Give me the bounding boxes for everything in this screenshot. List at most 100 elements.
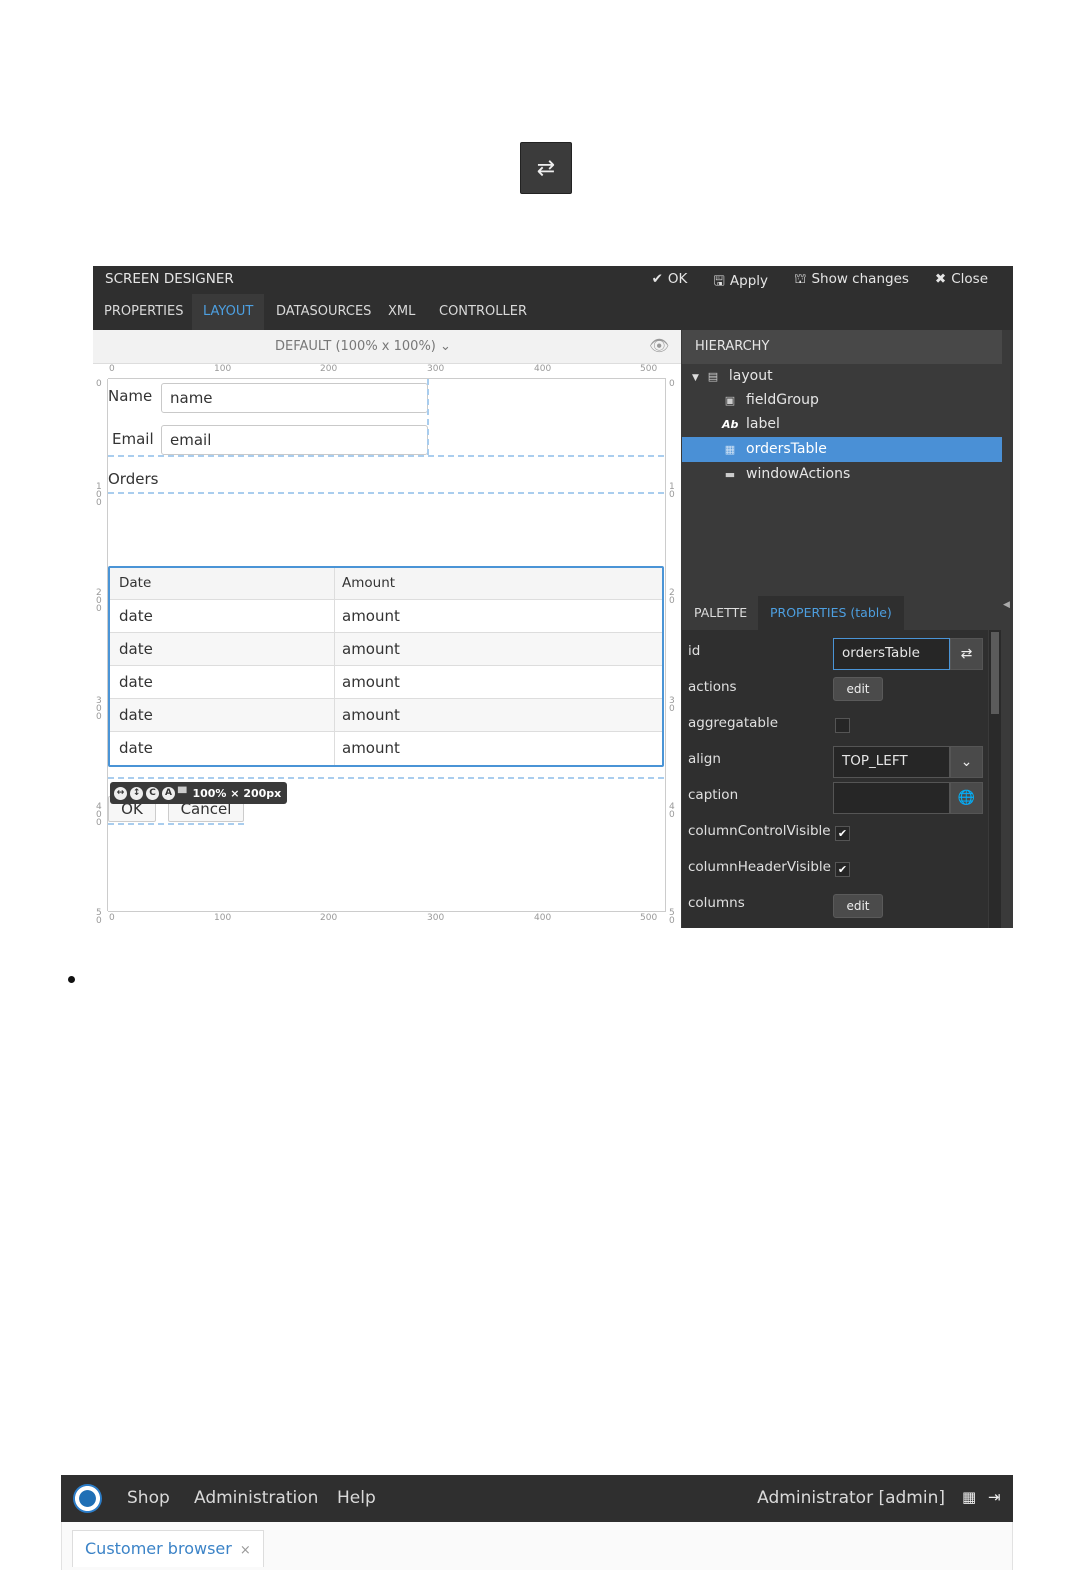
column-header-date[interactable]: Date [110, 568, 335, 599]
email-field[interactable]: email [161, 425, 428, 455]
cell-date: date [110, 666, 335, 698]
hierarchy-item-layout[interactable]: ▼ ▤ layout [682, 364, 1002, 389]
check-icon: ✔ [651, 271, 663, 287]
prop-id-label: id [688, 643, 701, 659]
prop-columns-edit-button[interactable]: edit [833, 894, 883, 918]
close-action[interactable]: ✖ Close [935, 271, 988, 294]
properties-panel: id ordersTable ⇄ actions edit aggregatab… [682, 630, 988, 928]
designer-titlebar: SCREEN DESIGNER ✔ OK 🖫 Apply ⛫ Show changes… [93, 266, 1013, 294]
table-row[interactable]: date amount [110, 600, 662, 633]
close-icon[interactable]: × [240, 1543, 251, 1558]
hierarchy-item-orderstable[interactable]: ▦ ordersTable [682, 437, 1002, 462]
size-badge: 100% × 200px [192, 786, 282, 800]
grid-icon[interactable]: ▦ [962, 1488, 976, 1506]
prop-aggregatable-checkbox[interactable] [835, 718, 850, 733]
table-row[interactable]: date amount [110, 699, 662, 732]
app-logo [73, 1484, 102, 1513]
align-center-icon[interactable]: C [146, 786, 159, 800]
tab-datasources[interactable]: DATASOURCES [265, 294, 382, 330]
prop-caption-label: caption [688, 787, 739, 803]
ruler-top: 0 100 200 300 400 500 [108, 364, 666, 379]
diff-icon: ⛫ [794, 271, 807, 287]
designer-title: SCREEN DESIGNER [105, 271, 234, 287]
logout-icon[interactable]: ⇥ [988, 1488, 1001, 1506]
cell-amount: amount [342, 607, 400, 625]
fieldgroup-outline-bottom [108, 455, 664, 457]
orders-table[interactable]: Date Amount date amount date amount date… [108, 566, 664, 767]
table-outline-bottom [108, 777, 664, 779]
prop-aggregatable-label: aggregatable [688, 715, 779, 731]
table-header: Date Amount [110, 568, 662, 600]
resize-vertical-icon[interactable]: ↕ [130, 786, 143, 800]
designer-tabs: PROPERTIES LAYOUT DATASOURCES XML CONTRO… [93, 294, 1013, 330]
prop-caption-input[interactable] [833, 782, 950, 814]
screen-designer: SCREEN DESIGNER ✔ OK 🖫 Apply ⛫ Show changes… [93, 266, 1013, 928]
name-field[interactable]: name [161, 383, 428, 413]
collapse-arrow-icon[interactable]: ◀ [1003, 600, 1010, 610]
apply-action[interactable]: 🖫 Apply [713, 271, 768, 294]
ok-action[interactable]: ✔ OK [652, 271, 688, 294]
tab-xml[interactable]: XML [377, 294, 426, 330]
layout-icon: ▤ [707, 370, 719, 383]
table-row[interactable]: date amount [110, 732, 662, 765]
table-row[interactable]: date amount [110, 633, 662, 666]
canvas-toolbar: DEFAULT (100% x 100%) ⌄ 👁 [93, 330, 681, 364]
layout-canvas[interactable]: DEFAULT (100% x 100%) ⌄ 👁 0 100 200 300 … [93, 330, 681, 928]
label-icon: Ab [722, 418, 739, 431]
prop-align-select[interactable]: TOP_LEFT [833, 746, 950, 778]
auto-size-icon[interactable]: A [162, 786, 175, 800]
prop-columncontrolvisible-checkbox[interactable]: ✔ [835, 826, 850, 841]
label-outline-bottom [108, 492, 664, 494]
tab-properties-table[interactable]: PROPERTIES (table) [758, 596, 904, 630]
name-label: Name [108, 387, 153, 405]
tab-customer-browser[interactable]: Customer browser × [72, 1530, 264, 1567]
selection-toolbar: ↔ ↕ C A ▀ 100% × 200px [110, 782, 288, 804]
field-group-icon: ▣ [724, 394, 736, 407]
menu-shop[interactable]: Shop [127, 1488, 170, 1508]
resize-horizontal-icon[interactable]: ↔ [114, 786, 127, 800]
table-icon: ▦ [724, 443, 736, 456]
cell-amount: amount [342, 739, 400, 757]
show-changes-action[interactable]: ⛫ Show changes [794, 271, 909, 294]
tab-palette[interactable]: PALETTE [682, 596, 759, 630]
prop-columnheadervisible-label: columnHeaderVisible [688, 859, 831, 875]
cell-date: date [110, 633, 335, 665]
menu-help[interactable]: Help [337, 1488, 376, 1508]
panel-tabs: PALETTE PROPERTIES (table) [682, 596, 1002, 630]
properties-scrollbar[interactable] [989, 630, 1001, 928]
table-row[interactable]: date amount [110, 666, 662, 699]
hierarchy-item-windowactions[interactable]: ▬ windowActions [682, 462, 1002, 487]
chevron-down-icon: ⌄ [440, 339, 451, 354]
app-menu-bar: Shop Administration Help Administrator [… [61, 1475, 1013, 1522]
prop-actions-edit-button[interactable]: edit [833, 677, 883, 701]
cell-date: date [110, 732, 335, 765]
menu-administration[interactable]: Administration [194, 1488, 318, 1508]
ruler-bottom: 0 100 200 300 400 500 [108, 911, 666, 926]
cell-date: date [110, 699, 335, 731]
tab-layout[interactable]: LAYOUT [192, 294, 265, 330]
globe-icon[interactable]: 🌐 [950, 782, 983, 814]
column-header-amount[interactable]: Amount [335, 568, 662, 599]
swap-button[interactable]: ⇄ [520, 142, 572, 194]
ruler-left: 0 1 0 0 2 0 0 3 0 0 4 0 0 5 0 [93, 379, 108, 926]
prop-align-label: align [688, 751, 721, 767]
screen-mode-select[interactable]: DEFAULT (100% x 100%) ⌄ [275, 339, 451, 354]
tab-controller[interactable]: CONTROLLER [428, 294, 538, 330]
panel-collapse-handle[interactable]: ◀ [1002, 330, 1013, 928]
caret-down-icon[interactable]: ▼ [692, 373, 699, 383]
chevron-down-icon[interactable]: ⌄ [950, 746, 983, 778]
window-actions-icon: ▬ [724, 468, 736, 481]
size-bar-icon: ▀ [178, 786, 187, 800]
hierarchy-item-fieldgroup[interactable]: ▣ fieldGroup [682, 388, 1002, 413]
user-name[interactable]: Administrator [admin] [757, 1488, 945, 1508]
tab-properties[interactable]: PROPERTIES [93, 294, 195, 330]
hierarchy-item-label[interactable]: Ab label [682, 412, 1002, 437]
ruler-right: 0 1 0 2 0 3 0 4 0 5 0 [665, 379, 680, 926]
prop-columns-label: columns [688, 895, 745, 911]
prop-id-input[interactable]: ordersTable [833, 638, 950, 670]
close-icon: ✖ [934, 271, 947, 287]
prop-columnheadervisible-checkbox[interactable]: ✔ [835, 862, 850, 877]
cell-date: date [110, 600, 335, 632]
eye-icon[interactable]: 👁 [649, 336, 669, 355]
swap-arrows-icon[interactable]: ⇄ [950, 638, 983, 670]
